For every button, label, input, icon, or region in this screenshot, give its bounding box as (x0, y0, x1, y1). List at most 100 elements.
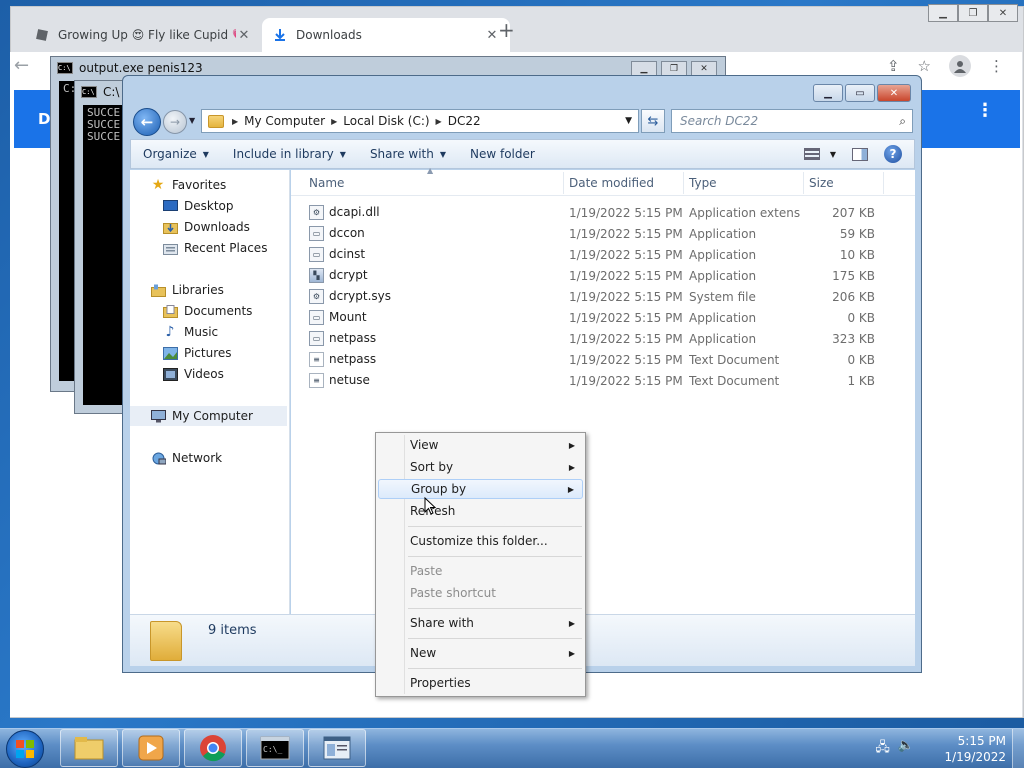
taskbar-cmd[interactable]: C:\_ (246, 729, 304, 767)
taskbar-app[interactable] (308, 729, 366, 767)
column-name[interactable]: Name (309, 176, 344, 190)
menu-separator (408, 638, 582, 639)
file-row[interactable]: ▭ dcinst 1/19/2022 5:15 PM Application 1… (291, 244, 915, 265)
new-tab-button[interactable]: + (498, 18, 515, 42)
start-button[interactable] (6, 730, 44, 768)
column-divider[interactable] (563, 172, 564, 194)
taskbar-clock[interactable]: 5:15 PM 1/19/2022 (916, 733, 1006, 765)
file-name: netuse (329, 373, 370, 387)
nav-downloads[interactable]: Downloads (162, 217, 250, 237)
file-row[interactable]: ⚙ dcapi.dll 1/19/2022 5:15 PM Applicatio… (291, 202, 915, 223)
refresh-icon[interactable]: ⇆ (641, 109, 665, 133)
restore-button[interactable]: ❐ (958, 4, 988, 22)
nav-favorites[interactable]: ★ Favorites (150, 175, 227, 195)
search-icon[interactable]: ⌕ (899, 114, 906, 129)
help-icon[interactable]: ? (884, 145, 902, 163)
volume-icon[interactable]: 🔈 (898, 738, 914, 760)
history-dropdown-icon[interactable]: ▼ (189, 116, 195, 125)
chrome-tab-downloads[interactable]: Downloads ✕ (262, 18, 510, 52)
show-desktop-button[interactable] (1012, 729, 1024, 768)
menu-item-customize[interactable]: Customize this folder... (378, 531, 583, 551)
profile-avatar-icon[interactable] (949, 55, 971, 77)
file-date: 1/19/2022 5:15 PM (569, 353, 683, 367)
file-row[interactable]: ▭ dccon 1/19/2022 5:15 PM Application 59… (291, 223, 915, 244)
taskbar-media-player[interactable] (122, 729, 180, 767)
preview-pane-icon[interactable] (852, 147, 868, 161)
back-arrow-icon[interactable]: ← (14, 55, 29, 76)
file-row[interactable]: ▭ Mount 1/19/2022 5:15 PM Application 0 … (291, 307, 915, 328)
include-in-library-button[interactable]: Include in library ▼ (221, 147, 358, 161)
bookmark-star-icon[interactable]: ☆ (918, 57, 931, 75)
close-button[interactable]: ✕ (988, 4, 1018, 22)
breadcrumb-dc22[interactable]: DC22 (448, 114, 481, 128)
address-dropdown-icon[interactable]: ▼ (625, 116, 632, 126)
share-with-button[interactable]: Share with ▼ (358, 147, 458, 161)
file-row[interactable]: ≡ netuse 1/19/2022 5:15 PM Text Document… (291, 370, 915, 391)
column-divider[interactable] (683, 172, 684, 194)
file-row[interactable]: ⚙ dcrypt.sys 1/19/2022 5:15 PM System fi… (291, 286, 915, 307)
column-size[interactable]: Size (809, 176, 834, 190)
kebab-menu-icon[interactable]: ⋮ (976, 100, 994, 121)
nav-libraries[interactable]: Libraries (150, 280, 224, 300)
organize-button[interactable]: Organize ▼ (131, 147, 221, 161)
nav-pictures[interactable]: Pictures (162, 343, 232, 363)
menu-label: New (410, 646, 437, 660)
file-type: Application (689, 269, 757, 283)
column-divider[interactable] (883, 172, 884, 194)
clock-date: 1/19/2022 (944, 750, 1006, 764)
minimize-button[interactable]: ▁ (928, 4, 958, 22)
documents-icon (162, 304, 178, 318)
nav-documents[interactable]: Documents (162, 301, 252, 321)
share-icon[interactable]: ⇪ (887, 57, 900, 75)
submenu-arrow-icon: ▶ (568, 648, 575, 658)
address-bar[interactable]: ▶ My Computer ▶ Local Disk (C:) ▶ DC22 ▼ (201, 109, 639, 133)
menu-item-refresh[interactable]: Refresh (378, 501, 583, 521)
menu-separator (408, 556, 582, 557)
menu-item-sort-by[interactable]: Sort by ▶ (378, 457, 583, 477)
menu-item-properties[interactable]: Properties (378, 673, 583, 693)
minimize-button[interactable]: ▁ (813, 84, 843, 102)
kebab-menu-icon[interactable]: ⋮ (989, 57, 1004, 75)
taskbar-chrome[interactable] (184, 729, 242, 767)
taskbar-explorer[interactable] (60, 729, 118, 767)
forward-button[interactable]: → (163, 110, 187, 134)
nav-desktop[interactable]: Desktop (162, 196, 234, 216)
nav-my-computer[interactable]: My Computer (130, 406, 287, 426)
file-name: dcrypt.sys (329, 289, 391, 303)
file-row[interactable]: ≡ netpass 1/19/2022 5:15 PM Text Documen… (291, 349, 915, 370)
back-button[interactable]: ← (133, 108, 161, 136)
menu-item-group-by[interactable]: Group by ▶ (378, 479, 583, 499)
nav-label: Music (184, 325, 219, 339)
navigation-pane: ★ Favorites Desktop Downloads Recent Pla… (130, 170, 290, 614)
column-date-modified[interactable]: Date modified (569, 176, 654, 190)
chevron-right-icon[interactable]: ▶ (331, 117, 337, 126)
breadcrumb-my-computer[interactable]: My Computer (244, 114, 325, 128)
chevron-right-icon[interactable]: ▶ (436, 117, 442, 126)
nav-network[interactable]: Network (150, 448, 222, 468)
change-view-button[interactable]: ▼ (803, 148, 836, 160)
maximize-button[interactable]: ▭ (845, 84, 875, 102)
nav-label: Videos (184, 367, 224, 381)
new-folder-button[interactable]: New folder (458, 147, 547, 161)
nav-music[interactable]: ♪ Music (162, 322, 219, 342)
network-tray-icon[interactable]: 🖧 (875, 738, 890, 760)
close-button[interactable]: ✕ (877, 84, 911, 102)
breadcrumb-local-disk[interactable]: Local Disk (C:) (343, 114, 429, 128)
column-divider[interactable] (803, 172, 804, 194)
column-type[interactable]: Type (689, 176, 717, 190)
close-tab-icon[interactable]: ✕ (236, 28, 252, 43)
cmd-icon: C:\ (81, 86, 97, 98)
file-row[interactable]: ▭ netpass 1/19/2022 5:15 PM Application … (291, 328, 915, 349)
menu-item-share-with[interactable]: Share with ▶ (378, 613, 583, 633)
menu-separator (408, 668, 582, 669)
menu-item-new[interactable]: New ▶ (378, 643, 583, 663)
chevron-right-icon[interactable]: ▶ (232, 117, 238, 126)
menu-item-view[interactable]: View ▶ (378, 435, 583, 455)
nav-videos[interactable]: Videos (162, 364, 224, 384)
search-input[interactable]: Search DC22 ⌕ (671, 109, 913, 133)
nav-recent-places[interactable]: Recent Places (162, 238, 267, 258)
text-file-icon: ≡ (309, 352, 324, 367)
file-row[interactable]: ▚ dcrypt 1/19/2022 5:15 PM Application 1… (291, 265, 915, 286)
chrome-tab-cupid[interactable]: Growing Up 😍 Fly like Cupid 💗 ✕ (24, 18, 262, 52)
file-type: Application extens... (689, 206, 801, 220)
